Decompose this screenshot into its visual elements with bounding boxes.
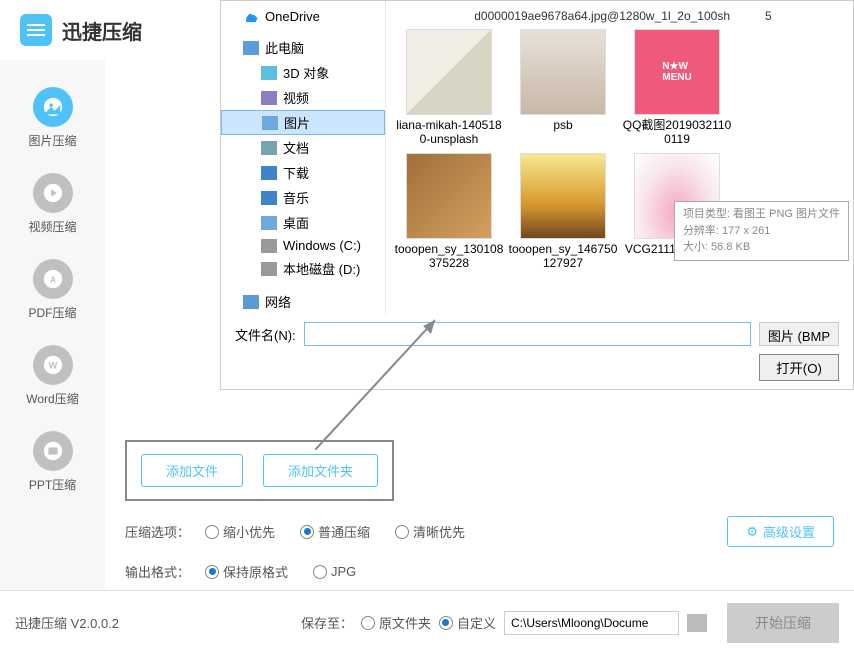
- sidebar-item-label: 视频压缩: [28, 218, 76, 235]
- file-item[interactable]: tooopen_sy_130108375228: [394, 153, 504, 271]
- add-file-button[interactable]: 添加文件: [141, 454, 243, 487]
- radio-custom-folder[interactable]: 自定义: [439, 613, 496, 632]
- sidebar-item-pdf-compress[interactable]: A PDF压缩: [0, 247, 105, 333]
- pc-icon: [243, 41, 259, 55]
- folder-tree: OneDrive 此电脑 3D 对象 视频 图片 文档 下载 音乐 桌面 Win…: [221, 1, 386, 314]
- svg-text:W: W: [48, 361, 57, 371]
- thumbnail-icon: [406, 153, 492, 239]
- file-item[interactable]: tooopen_sy_146750127927: [508, 153, 618, 271]
- file-filter-dropdown[interactable]: 图片 (BMP: [759, 322, 839, 346]
- sidebar: 图片压缩 视频压缩 A PDF压缩 W Word压缩 PPT压缩: [0, 60, 105, 590]
- ppt-icon: [33, 431, 73, 471]
- play-icon: [33, 173, 73, 213]
- sidebar-item-ppt-compress[interactable]: PPT压缩: [0, 419, 105, 505]
- file-list: d0000019ae9678a64.jpg@1280w_1l_2o_100sh …: [386, 1, 853, 314]
- filename-label: 文件名(N):: [235, 325, 296, 344]
- tree-drive-c[interactable]: Windows (C:): [221, 235, 385, 256]
- tree-network[interactable]: 网络: [221, 289, 385, 314]
- pdf-icon: A: [33, 259, 73, 299]
- sidebar-item-label: Word压缩: [26, 390, 78, 407]
- file-tooltip: 项目类型: 看图王 PNG 图片文件 分辨率: 177 x 261 大小: 56…: [674, 201, 849, 261]
- network-icon: [243, 295, 259, 309]
- tree-this-pc[interactable]: 此电脑: [221, 35, 385, 60]
- gear-icon: [746, 524, 758, 540]
- open-button[interactable]: 打开(O): [759, 354, 839, 381]
- file-item[interactable]: N★WMENUQQ截图20190321100119: [622, 29, 732, 147]
- thumbnail-icon: N★WMENU: [634, 29, 720, 115]
- download-icon: [261, 166, 277, 180]
- thumbnail-icon: [520, 153, 606, 239]
- file-open-dialog: OneDrive 此电脑 3D 对象 视频 图片 文档 下载 音乐 桌面 Win…: [220, 0, 854, 390]
- tree-onedrive[interactable]: OneDrive: [221, 6, 385, 27]
- documents-icon: [261, 141, 277, 155]
- radio-original-folder[interactable]: 原文件夹: [361, 613, 431, 632]
- add-buttons-box: 添加文件 添加文件夹: [125, 440, 394, 501]
- tree-desktop[interactable]: 桌面: [221, 210, 385, 235]
- sidebar-item-word-compress[interactable]: W Word压缩: [0, 333, 105, 419]
- app-logo: [20, 14, 52, 46]
- radio-shrink-priority[interactable]: 缩小优先: [205, 522, 275, 541]
- file-item[interactable]: psb: [508, 29, 618, 147]
- thumbnail-icon: [406, 29, 492, 115]
- svg-text:A: A: [50, 276, 56, 285]
- radio-normal-compress[interactable]: 普通压缩: [300, 522, 370, 541]
- sidebar-item-video-compress[interactable]: 视频压缩: [0, 161, 105, 247]
- filename-input[interactable]: [304, 322, 751, 346]
- start-compress-button[interactable]: 开始压缩: [727, 603, 839, 643]
- music-icon: [261, 191, 277, 205]
- sidebar-item-image-compress[interactable]: 图片压缩: [0, 75, 105, 161]
- drive-icon: [261, 239, 277, 253]
- desktop-icon: [261, 216, 277, 230]
- image-icon: [33, 87, 73, 127]
- version-label: 迅捷压缩 V2.0.0.2: [15, 613, 119, 632]
- sidebar-item-label: PPT压缩: [29, 476, 76, 493]
- tree-pictures[interactable]: 图片: [221, 110, 385, 135]
- footer-bar: 迅捷压缩 V2.0.0.2 保存至： 原文件夹 自定义 开始压缩: [0, 590, 854, 654]
- tree-documents[interactable]: 文档: [221, 135, 385, 160]
- save-to-label: 保存至：: [301, 613, 353, 632]
- add-folder-button[interactable]: 添加文件夹: [263, 454, 378, 487]
- tree-videos[interactable]: 视频: [221, 85, 385, 110]
- radio-keep-format[interactable]: 保持原格式: [205, 562, 288, 581]
- file-top-row: d0000019ae9678a64.jpg@1280w_1l_2o_100sh …: [394, 9, 845, 23]
- compress-options-row: 压缩选项： 缩小优先 普通压缩 清晰优先 高级设置: [125, 516, 834, 547]
- advanced-settings-button[interactable]: 高级设置: [727, 516, 834, 547]
- cube-icon: [261, 66, 277, 80]
- output-format-label: 输出格式：: [125, 562, 205, 581]
- path-input[interactable]: [504, 611, 679, 635]
- sidebar-item-label: 图片压缩: [28, 132, 76, 149]
- radio-jpg-format[interactable]: JPG: [313, 564, 356, 579]
- drive-icon: [261, 262, 277, 276]
- thumbnail-icon: [520, 29, 606, 115]
- word-icon: W: [33, 345, 73, 385]
- pictures-icon: [262, 116, 278, 130]
- tree-downloads[interactable]: 下载: [221, 160, 385, 185]
- video-icon: [261, 91, 277, 105]
- app-title: 迅捷压缩: [62, 16, 142, 45]
- sidebar-item-label: PDF压缩: [28, 304, 76, 321]
- radio-clarity-priority[interactable]: 清晰优先: [395, 522, 465, 541]
- onedrive-icon: [243, 10, 259, 24]
- file-item[interactable]: liana-mikah-1405180-unsplash: [394, 29, 504, 147]
- tree-3d-objects[interactable]: 3D 对象: [221, 60, 385, 85]
- output-format-row: 输出格式： 保持原格式 JPG: [125, 562, 834, 581]
- tree-drive-d[interactable]: 本地磁盘 (D:): [221, 256, 385, 281]
- tree-music[interactable]: 音乐: [221, 185, 385, 210]
- browse-folder-icon[interactable]: [687, 614, 707, 632]
- compress-options-label: 压缩选项：: [125, 522, 205, 541]
